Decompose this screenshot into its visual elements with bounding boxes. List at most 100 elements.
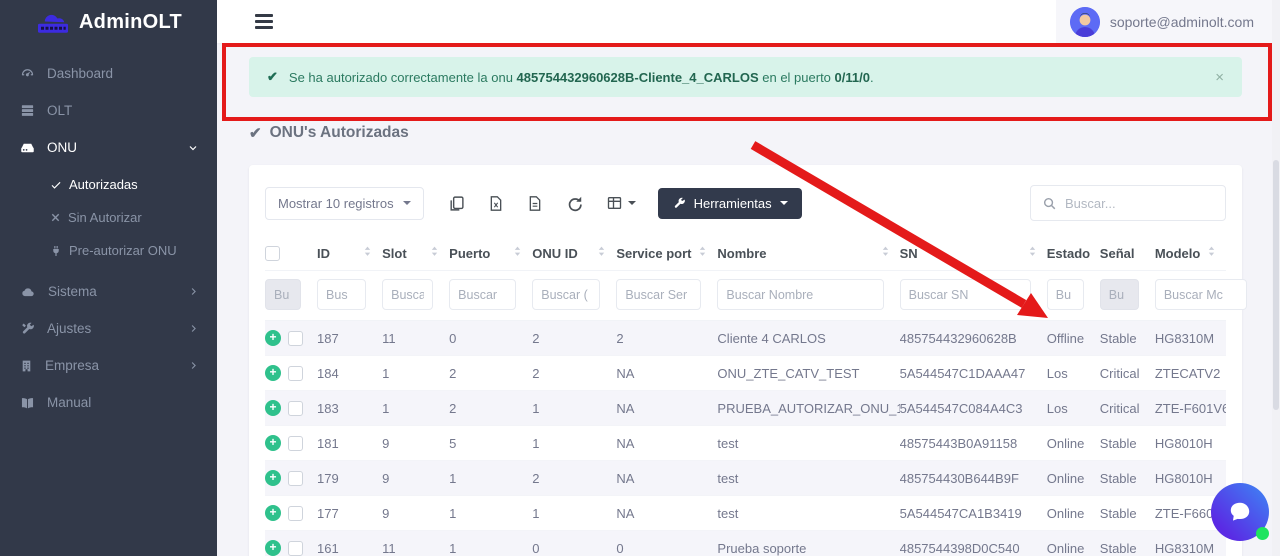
sort-icon: [363, 245, 372, 261]
col-label: Modelo: [1155, 246, 1201, 261]
refresh-button[interactable]: [566, 195, 583, 212]
caret-down-icon: [628, 201, 636, 205]
col-header-slot[interactable]: Slot: [382, 235, 449, 271]
sidebar-item-empresa[interactable]: Empresa: [0, 347, 217, 384]
sidebar-item-sistema[interactable]: Sistema: [0, 273, 217, 310]
col-header-onu-id[interactable]: ONU ID: [532, 235, 616, 271]
row-checkbox[interactable]: [288, 471, 303, 486]
col-header-sn[interactable]: SN: [900, 235, 1047, 271]
cell-service-port: 0: [616, 531, 717, 556]
cell-senal: Stable: [1100, 496, 1155, 531]
sidebar-item-ajustes[interactable]: Ajustes: [0, 310, 217, 347]
cell-onu-id: 2: [532, 356, 616, 391]
filter-input-service-port[interactable]: [616, 279, 701, 310]
cell-id: 187: [317, 321, 382, 356]
chevron-down-icon: [187, 142, 199, 154]
alert-onu-name: 485754432960628B-Cliente_4_CARLOS: [517, 70, 759, 85]
row-checkbox[interactable]: [288, 506, 303, 521]
expand-row-button[interactable]: +: [265, 540, 281, 556]
col-label: Señal: [1100, 246, 1135, 261]
row-checkbox[interactable]: [288, 541, 303, 556]
filter-input-nombre[interactable]: [717, 279, 883, 310]
sidebar-item-autorizadas[interactable]: Autorizadas: [0, 168, 217, 201]
excel-export-button[interactable]: [488, 195, 504, 212]
sidebar-item-manual[interactable]: Manual: [0, 384, 217, 421]
row-checkbox[interactable]: [288, 331, 303, 346]
sidebar-item-olt[interactable]: OLT: [0, 92, 217, 129]
caret-down-icon: [403, 201, 411, 205]
col-header-service-port[interactable]: Service port: [616, 235, 717, 271]
plug-icon: [50, 245, 62, 257]
filter-input-slot[interactable]: [382, 279, 433, 310]
cell-service-port: NA: [616, 496, 717, 531]
sidebar-item-dashboard[interactable]: Dashboard: [0, 55, 217, 92]
sidebar-item-label: Empresa: [45, 358, 99, 373]
col-header-estado: Estado: [1047, 235, 1100, 271]
copy-button[interactable]: [448, 195, 465, 212]
expand-row-button[interactable]: +: [265, 330, 281, 346]
col-header-nombre[interactable]: Nombre: [717, 235, 899, 271]
filter-input-onu-id[interactable]: [532, 279, 600, 310]
avatar: [1070, 7, 1100, 37]
table-row: +184122NAONU_ZTE_CATV_TEST5A544547C1DAAA…: [265, 356, 1226, 391]
expand-row-button[interactable]: +: [265, 400, 281, 416]
sidebar-item-onu[interactable]: ONU: [0, 129, 217, 166]
filter-input-estado[interactable]: [1047, 279, 1084, 310]
expand-row-button[interactable]: +: [265, 435, 281, 451]
row-checkbox[interactable]: [288, 366, 303, 381]
col-header-modelo[interactable]: Modelo: [1155, 235, 1226, 271]
file-export-button[interactable]: [527, 195, 543, 212]
scrollbar-thumb[interactable]: [1273, 160, 1279, 410]
chat-widget-button[interactable]: [1211, 483, 1269, 541]
brand-name: AdminOLT: [79, 11, 182, 34]
row-checkbox[interactable]: [288, 401, 303, 416]
expand-row-button[interactable]: +: [265, 470, 281, 486]
alert-text: Se ha autorizado correctamente la onu 48…: [289, 70, 874, 85]
cell-estado: Los: [1047, 391, 1100, 426]
cell-onu-id: 1: [532, 496, 616, 531]
select-all-checkbox[interactable]: [265, 246, 280, 261]
sidebar-item-label: ONU: [47, 140, 77, 155]
cell-sn: 4857544398D0C540: [900, 531, 1047, 556]
brand-logo[interactable]: AdminOLT: [0, 0, 217, 45]
show-records-button[interactable]: Mostrar 10 registros: [265, 187, 424, 220]
tools-button[interactable]: Herramientas: [658, 188, 802, 219]
expand-row-button[interactable]: +: [265, 505, 281, 521]
cell-nombre: Prueba soporte: [717, 531, 899, 556]
sidebar-item-pre-autorizar-onu[interactable]: Pre-autorizar ONU: [0, 234, 217, 267]
filter-input-modelo[interactable]: [1155, 279, 1247, 310]
search-input[interactable]: [1065, 196, 1214, 211]
table-row: +18711022Cliente 4 CARLOS485754432960628…: [265, 321, 1226, 356]
close-icon[interactable]: ×: [1215, 70, 1224, 85]
scrollbar[interactable]: [1272, 0, 1280, 556]
content: ✔ Se ha autorizado correctamente la onu …: [217, 43, 1280, 556]
cell-modelo: HG8010H: [1155, 461, 1226, 496]
sidebar-item-label: Ajustes: [47, 321, 91, 336]
sidebar-submenu: AutorizadasSin AutorizarPre-autorizar ON…: [0, 166, 217, 273]
cell-estado: Online: [1047, 426, 1100, 461]
expand-row-button[interactable]: +: [265, 365, 281, 381]
filter-input-sel[interactable]: [265, 279, 301, 310]
sidebar-item-sin-autorizar[interactable]: Sin Autorizar: [0, 201, 217, 234]
filter-input-id[interactable]: [317, 279, 366, 310]
filter-input-senal[interactable]: [1100, 279, 1139, 310]
cell-senal: Critical: [1100, 356, 1155, 391]
cell-modelo: HG8010H: [1155, 426, 1226, 461]
online-status-dot: [1256, 527, 1269, 540]
check-icon: ✔: [249, 124, 262, 142]
row-checkbox[interactable]: [288, 436, 303, 451]
hamburger-menu-icon[interactable]: [255, 14, 273, 29]
onu-table: IDSlotPuertoONU IDService portNombreSNEs…: [265, 235, 1226, 556]
columns-visibility-button[interactable]: [606, 195, 636, 211]
col-header-id[interactable]: ID: [317, 235, 382, 271]
user-menu[interactable]: soporte@adminolt.com: [1056, 0, 1280, 43]
col-header-puerto[interactable]: Puerto: [449, 235, 532, 271]
cell-nombre: PRUEBA_AUTORIZAR_ONU_1: [717, 391, 899, 426]
cell-puerto: 5: [449, 426, 532, 461]
filter-input-puerto[interactable]: [449, 279, 516, 310]
cell-sn: 5A544547C084A4C3: [900, 391, 1047, 426]
filter-cell-nombre: [717, 271, 899, 321]
filter-input-sn[interactable]: [900, 279, 1031, 310]
cell-onu-id: 1: [532, 391, 616, 426]
sidebar-item-label: Manual: [47, 395, 91, 410]
